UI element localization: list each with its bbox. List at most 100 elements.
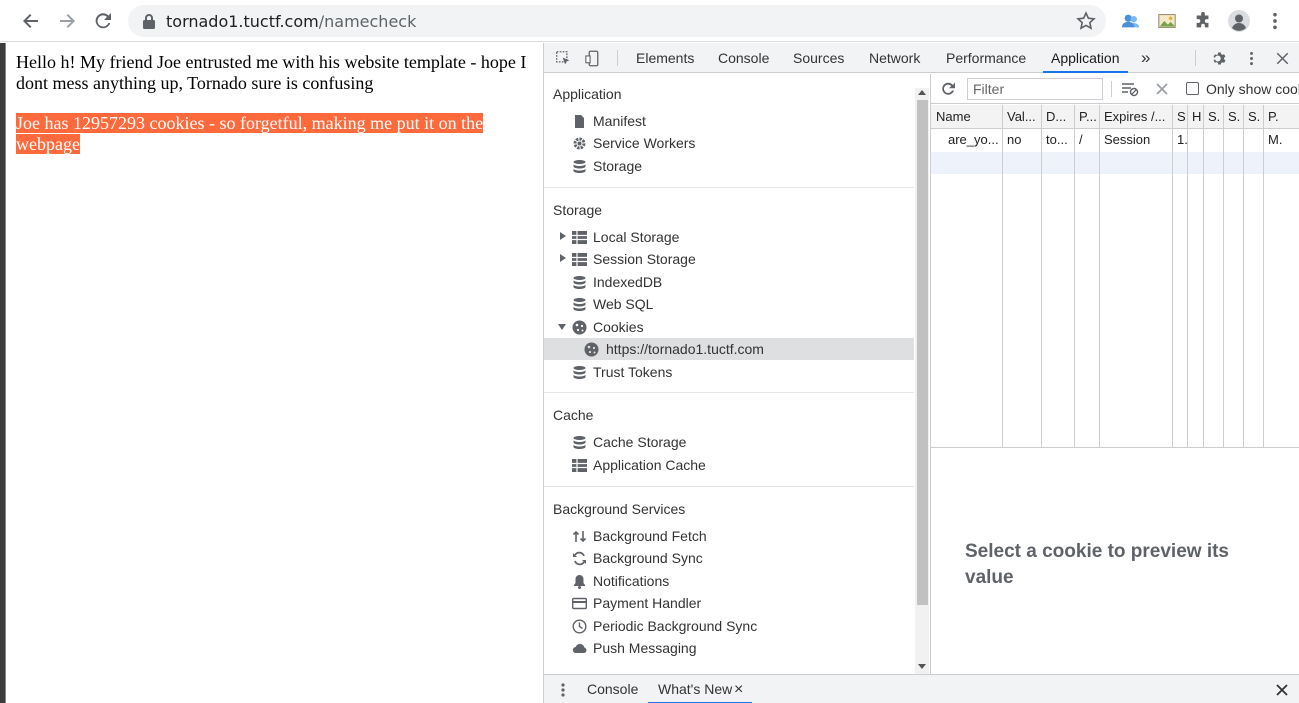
sidebar-item-web-sql[interactable]: Web SQL: [544, 293, 914, 315]
application-sidebar: Application Manifest Service Workers Sto…: [544, 74, 930, 674]
column-header-path[interactable]: P...: [1074, 105, 1099, 129]
column-header-samesite[interactable]: S.: [1223, 105, 1243, 129]
sidebar-item-trust-tokens[interactable]: Trust Tokens: [544, 361, 914, 383]
column-divider: [1099, 105, 1100, 447]
clear-filtered-icon[interactable]: [1121, 81, 1139, 97]
refresh-icon[interactable]: [940, 81, 956, 97]
close-whats-new-icon[interactable]: ×: [734, 675, 743, 703]
extension-people-icon[interactable]: [1120, 10, 1142, 32]
cell-priority[interactable]: M.: [1263, 129, 1299, 151]
sidebar-item-service-workers[interactable]: Service Workers: [544, 132, 914, 154]
more-tabs-button[interactable]: »: [1141, 43, 1150, 73]
only-show-checkbox[interactable]: [1186, 82, 1199, 95]
cell-value[interactable]: no: [1002, 129, 1041, 151]
column-header-sameparty[interactable]: S.: [1243, 105, 1263, 129]
forward-button[interactable]: [53, 7, 81, 35]
sidebar-item-cache-storage[interactable]: Cache Storage: [544, 431, 914, 453]
cell-domain[interactable]: to...: [1041, 129, 1074, 151]
sidebar-item-push-messaging[interactable]: Push Messaging: [544, 637, 914, 659]
sidebar-item-storage[interactable]: Storage: [544, 155, 914, 177]
sidebar-item-label: Storage: [593, 158, 643, 174]
close-devtools-icon[interactable]: [1272, 48, 1292, 68]
sidebar-item-session-storage[interactable]: Session Storage: [544, 248, 914, 270]
sidebar-item-label: Web SQL: [593, 296, 654, 312]
sidebar-item-payment-handler[interactable]: Payment Handler: [544, 592, 914, 614]
scroll-down-arrow-icon[interactable]: [918, 664, 926, 669]
cookie-icon: [584, 342, 599, 357]
drawer-menu-icon[interactable]: [557, 682, 569, 698]
cell-path[interactable]: /: [1074, 129, 1099, 151]
sidebar-item-background-sync[interactable]: Background Sync: [544, 547, 914, 569]
cell-size[interactable]: 1.: [1172, 129, 1187, 151]
scrollbar-thumb[interactable]: [917, 100, 928, 605]
sidebar-item-manifest[interactable]: Manifest: [544, 110, 914, 132]
sidebar-item-label: Background Sync: [593, 550, 703, 566]
sidebar-item-indexeddb[interactable]: IndexedDB: [544, 271, 914, 293]
tab-network[interactable]: Network: [869, 43, 920, 73]
sidebar-item-label: https://tornado1.tuctf.com: [606, 341, 764, 357]
column-header-secure[interactable]: S.: [1203, 105, 1223, 129]
profile-avatar-icon[interactable]: [1228, 10, 1250, 32]
sidebar-item-cookies[interactable]: Cookies: [544, 316, 914, 338]
greeting-text: Hello h! My friend Joe entrusted me with…: [16, 52, 527, 93]
column-header-name[interactable]: Name: [931, 105, 1002, 129]
sidebar-item-label: Background Fetch: [593, 528, 707, 544]
sidebar-item-notifications[interactable]: Notifications: [544, 570, 914, 592]
sync-icon: [573, 551, 586, 566]
cell-expires[interactable]: Session: [1099, 129, 1172, 151]
tab-sources[interactable]: Sources: [793, 43, 844, 73]
sidebar-item-periodic-background-sync[interactable]: Periodic Background Sync: [544, 615, 914, 637]
devtools-tabbar: Elements Console Sources Network Perform…: [544, 43, 1299, 73]
sidebar-item-background-fetch[interactable]: Background Fetch: [544, 525, 914, 547]
devtools-menu-icon[interactable]: [1241, 48, 1261, 68]
file-icon: [575, 115, 584, 128]
sidebar-item-local-storage[interactable]: Local Storage: [544, 226, 914, 248]
settings-gear-icon[interactable]: [1209, 48, 1229, 68]
collapse-arrow-icon[interactable]: [558, 324, 566, 330]
column-header-expires[interactable]: Expires /...: [1099, 105, 1172, 129]
cell-name[interactable]: are_yo...: [943, 129, 1002, 151]
drawer-tab-console[interactable]: Console: [587, 675, 638, 703]
column-header-priority[interactable]: P.: [1263, 105, 1299, 129]
drawer-tab-whats-new[interactable]: What's New: [647, 675, 753, 703]
bell-icon: [574, 575, 585, 589]
tab-console[interactable]: Console: [718, 43, 769, 73]
reload-button[interactable]: [89, 7, 117, 35]
database-icon: [573, 298, 586, 311]
sidebar-scrollbar[interactable]: [915, 88, 929, 674]
extensions-puzzle-icon[interactable]: [1192, 10, 1214, 32]
column-header-httponly[interactable]: H: [1187, 105, 1203, 129]
expand-arrow-icon[interactable]: [560, 254, 566, 262]
inspect-element-icon[interactable]: [553, 48, 573, 68]
sidebar-item-label: Cache Storage: [593, 434, 687, 450]
sidebar-item-label: Application Cache: [593, 457, 706, 473]
section-application: Application: [553, 86, 622, 102]
column-header-size[interactable]: S: [1172, 105, 1187, 129]
web-page: Hello h! My friend Joe entrusted me with…: [5, 43, 543, 703]
tab-separator: [1195, 50, 1196, 66]
column-divider: [1172, 105, 1173, 447]
sidebar-item-application-cache[interactable]: Application Cache: [544, 454, 914, 476]
scroll-up-arrow-icon[interactable]: [918, 90, 926, 95]
column-divider: [1187, 105, 1188, 447]
browser-toolbar: tornado1.tuctf.com/namecheck: [0, 0, 1299, 42]
browser-menu-icon[interactable]: [1264, 10, 1286, 32]
database-icon: [573, 366, 586, 379]
delete-all-icon[interactable]: [1155, 82, 1169, 96]
bookmark-star-icon[interactable]: [1076, 11, 1096, 31]
column-header-domain[interactable]: D...: [1041, 105, 1074, 129]
filter-input[interactable]: Filter: [967, 78, 1103, 100]
extension-image-icon[interactable]: [1156, 10, 1178, 32]
tab-application[interactable]: Application: [1043, 43, 1127, 73]
back-button[interactable]: [17, 7, 45, 35]
column-header-value[interactable]: Val...: [1002, 105, 1041, 129]
sidebar-item-cookie-origin[interactable]: https://tornado1.tuctf.com: [544, 338, 914, 360]
clock-icon: [572, 619, 587, 634]
close-drawer-icon[interactable]: [1275, 683, 1289, 697]
expand-arrow-icon[interactable]: [560, 232, 566, 240]
address-bar[interactable]: tornado1.tuctf.com/namecheck: [128, 5, 1106, 37]
tab-elements[interactable]: Elements: [636, 43, 694, 73]
device-toolbar-icon[interactable]: [583, 48, 603, 68]
sidebar-item-label: Payment Handler: [593, 595, 702, 611]
tab-performance[interactable]: Performance: [946, 43, 1026, 73]
